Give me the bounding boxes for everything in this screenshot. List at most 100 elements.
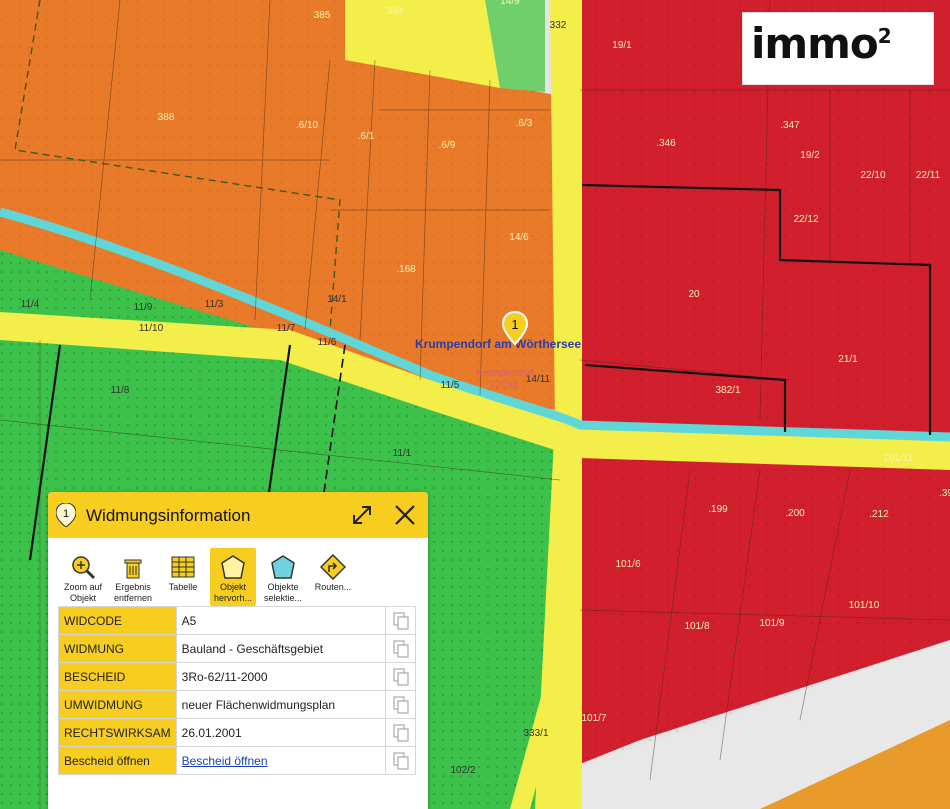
remove-result-button[interactable]: Ergebnis entfernen [110, 548, 156, 606]
parcel-number-label: .6/9 [439, 140, 456, 151]
copy-icon [393, 640, 408, 657]
parcel-number-label: 11/6 [318, 337, 337, 348]
zoom-to-object-button[interactable]: Zoom auf Objekt [60, 548, 106, 606]
parcel-number-label: 19/2 [800, 150, 820, 161]
parcel-number-label: 14/9 [500, 0, 520, 7]
parcel-number-label: 14/1 [327, 294, 347, 305]
parcel-number-label: 11/4 [21, 299, 40, 310]
zoom-icon [72, 556, 96, 580]
open-bescheid-link[interactable]: Bescheid öffnen [182, 754, 268, 768]
parcel-number-label: 19/1 [612, 40, 632, 51]
result-pin-number: 1 [63, 508, 69, 520]
parcel-number-label: .6/3 [516, 118, 533, 129]
parcel-number-label: .212 [869, 509, 889, 520]
parcel-number-label: 332 [550, 20, 567, 31]
tool-label: Objekt [219, 582, 246, 592]
panel-toolbar: Zoom auf Objekt Ergebnis entfernen Tabel… [58, 548, 418, 608]
parcel-number-label: 101/9 [759, 618, 784, 629]
attribute-key: BESCHEID [58, 662, 177, 691]
logo-text: immo2 [751, 19, 892, 68]
select-objects-button[interactable]: Objekte selektie... [260, 548, 306, 606]
parcel-number-label: .200 [785, 508, 805, 519]
table-icon [171, 556, 195, 578]
parcel-number-label: 11/1 [393, 448, 412, 459]
expand-icon[interactable] [350, 503, 374, 527]
parcel-number-label: .199 [708, 504, 728, 515]
parcel-number-label: 22/10 [860, 170, 885, 181]
route-button[interactable]: Routen... [310, 548, 356, 606]
immo2-logo[interactable]: immo2 [742, 12, 934, 85]
parcel-number-label: 22/12 [793, 214, 818, 225]
parcel-number-label: .6/1 [358, 131, 375, 142]
parcel-number-label: .346 [656, 138, 676, 149]
tool-label: Tabelle [168, 582, 198, 592]
route-icon [320, 554, 346, 580]
copy-icon [393, 696, 408, 713]
copy-icon [393, 668, 408, 685]
copy-button[interactable] [385, 690, 416, 719]
tool-label: Objekt [69, 593, 96, 603]
place-code-label: 72133 [490, 380, 518, 391]
copy-button[interactable] [385, 606, 416, 635]
attribute-value: Bauland - Geschäftsgebiet [175, 634, 387, 663]
parcel-number-label: 21/1 [838, 354, 858, 365]
table-row: WIDMUNG Bauland - Geschäftsgebiet [58, 634, 416, 663]
table-row: UMWIDMUNG neuer Flächenwidmungsplan [58, 690, 416, 719]
copy-button[interactable] [385, 746, 416, 775]
panel-header: 1 Widmungsinformation [48, 492, 428, 538]
result-pin-icon: 1 [56, 503, 76, 527]
attribute-key: WIDCODE [58, 606, 177, 635]
table-row: BESCHEID 3Ro-62/11-2000 [58, 662, 416, 691]
table-row: WIDCODE A5 [58, 606, 416, 635]
copy-icon [393, 612, 408, 629]
parcel-number-label: 388 [158, 112, 175, 123]
parcel-number-label: 101/11 [883, 453, 913, 464]
parcel-number-label: 102/2 [450, 765, 475, 776]
attribute-value: 26.01.2001 [175, 718, 387, 747]
tool-label: hervorh... [213, 593, 253, 603]
parcel-number-label: 385 [314, 10, 331, 21]
table-row: RECHTSWIRKSAM 26.01.2001 [58, 718, 416, 747]
attribute-table: WIDCODE A5 WIDMUNG Bauland - Geschäftsge… [58, 606, 416, 775]
parcel-number-label: .347 [780, 120, 800, 131]
parcel-number-label: 14/6 [509, 232, 529, 243]
table-button[interactable]: Tabelle [160, 548, 206, 606]
attribute-key: WIDMUNG [58, 634, 177, 663]
attribute-value: 3Ro-62/11-2000 [175, 662, 387, 691]
tool-label: Routen... [314, 582, 352, 592]
tool-label: Zoom auf [63, 582, 103, 592]
parcel-number-label: 101/10 [849, 600, 880, 611]
panel-title: Widmungsinformation [86, 506, 251, 525]
attribute-value: Bescheid öffnen [175, 746, 387, 775]
copy-button[interactable] [385, 634, 416, 663]
table-row: Bescheid öffnen Bescheid öffnen [58, 746, 416, 775]
copy-button[interactable] [385, 718, 416, 747]
parcel-number-label: .6/10 [296, 120, 319, 131]
parcel-number-label: 11/10 [139, 323, 164, 334]
attribute-value: neuer Flächenwidmungsplan [175, 690, 387, 719]
parcel-number-label: .168 [396, 264, 416, 275]
parcel-number-label: 11/9 [134, 302, 153, 313]
parcel-number-label: 11/3 [205, 299, 224, 310]
map-pin-number: 1 [511, 317, 518, 332]
copy-icon [393, 752, 408, 769]
attribute-value: A5 [175, 606, 387, 635]
highlight-object-button[interactable]: Objekt hervorh... [210, 548, 256, 606]
polygon-highlight-icon [221, 555, 245, 579]
parcel-number-label: 101/7 [581, 713, 606, 724]
trash-icon [124, 559, 142, 579]
parcel-number-label: 20 [688, 289, 700, 300]
widmungsinformation-panel: 1 Widmungsinformation Zoom auf Objekt Er… [48, 492, 428, 809]
parcel-number-label: 384 [387, 6, 404, 17]
close-icon[interactable] [392, 502, 418, 528]
parcel-number-label: 22/11 [916, 170, 941, 181]
attribute-key: Bescheid öffnen [58, 746, 177, 775]
parcel-number-label: 101/6 [615, 559, 640, 570]
parcel-number-label: 333/1 [523, 728, 548, 739]
attribute-key: UMWIDMUNG [58, 690, 177, 719]
parcel-number-label: 101/8 [684, 621, 709, 632]
attribute-key: RECHTSWIRKSAM [58, 718, 177, 747]
parcel-number-label: .39 [939, 488, 950, 499]
tool-label: Objekte [267, 582, 299, 592]
copy-button[interactable] [385, 662, 416, 691]
